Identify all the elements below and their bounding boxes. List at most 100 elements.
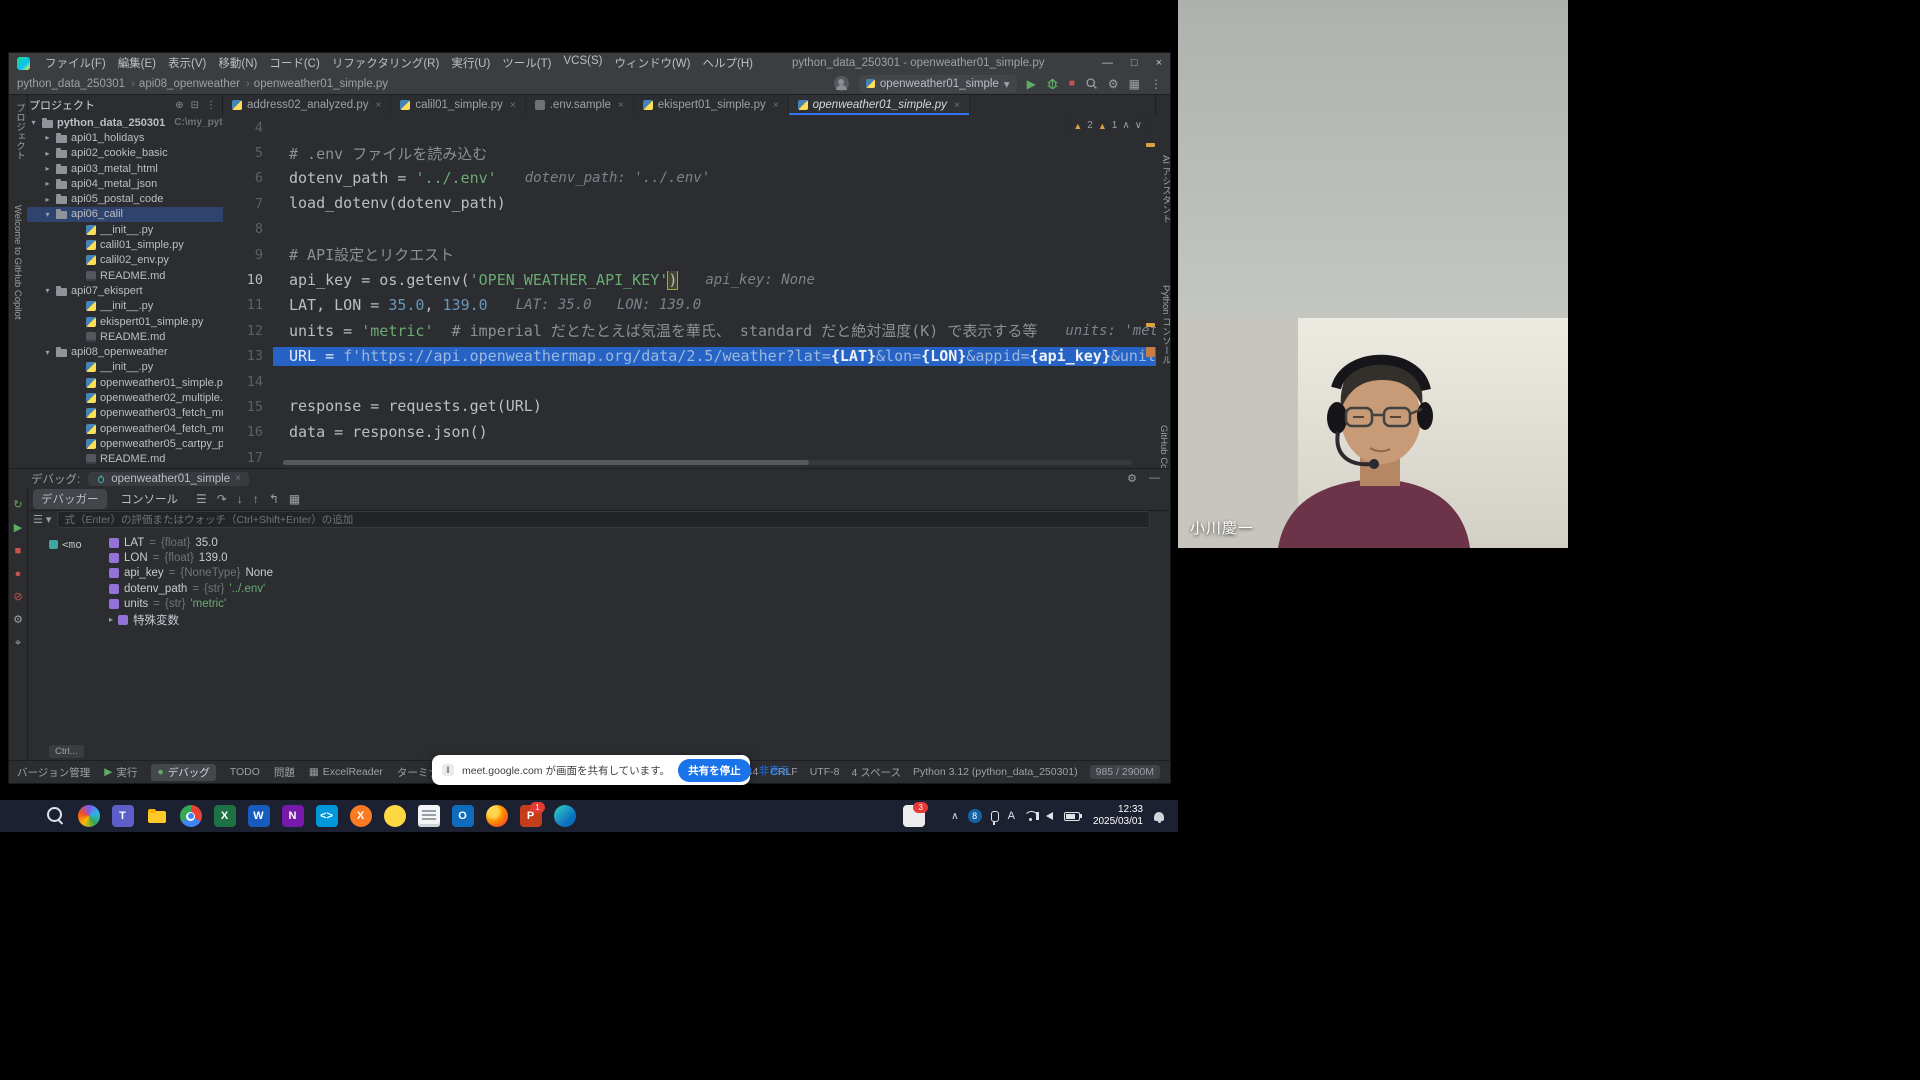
line-number[interactable]: 12 <box>223 323 273 339</box>
tree-chevron-icon[interactable]: ▸ <box>43 195 52 204</box>
panel-header-icon[interactable]: ⊕ <box>175 100 183 111</box>
tree-item[interactable]: calil01_simple.py <box>27 237 223 252</box>
debug-rail-icon[interactable]: ⚙ <box>13 615 23 626</box>
debug-session-tab[interactable]: openweather01_simple × <box>88 472 249 486</box>
variable-row[interactable]: LAT = {float} 35.0 <box>109 535 1150 550</box>
line-number[interactable]: 4 <box>223 120 273 136</box>
menu-item[interactable]: ヘルプ(H) <box>697 55 757 71</box>
settings-gear-icon[interactable]: ⚙ <box>1108 78 1119 90</box>
toolwindow-button-python-console[interactable]: Python コンソール <box>1158 285 1171 365</box>
taskbar-app-icon[interactable] <box>42 804 67 829</box>
debug-step-icon[interactable]: ↑ <box>249 492 263 506</box>
breadcrumb-item[interactable]: python_data_250301 <box>17 78 135 90</box>
close-tab-icon[interactable]: × <box>510 100 516 111</box>
tree-item[interactable]: ▾ api08_openweather <box>27 344 223 359</box>
close-tab-icon[interactable]: × <box>375 100 381 111</box>
debug-rail-icon[interactable]: ▶ <box>14 523 22 534</box>
taskbar-app-icon[interactable]: O <box>450 804 475 829</box>
line-number[interactable]: 8 <box>223 221 273 237</box>
tree-item[interactable]: __init__.py <box>27 360 223 375</box>
status-bar-item[interactable]: バージョン管理 <box>17 765 90 780</box>
variable-row[interactable]: dotenv_path = {str} '../.env' <box>109 581 1150 596</box>
toolwindow-button-ai-assistant[interactable]: AI アシスタント <box>1158 155 1171 224</box>
status-bar-indicator[interactable]: Python 3.12 (python_data_250301) <box>913 766 1078 778</box>
taskbar-app-icon[interactable] <box>178 804 203 829</box>
tree-item[interactable]: ▸ api04_metal_json <box>27 176 223 191</box>
tree-chevron-icon[interactable]: ▾ <box>43 210 52 219</box>
tree-item[interactable]: ▸ api03_metal_html <box>27 161 223 176</box>
debug-rail-icon[interactable]: ● <box>15 569 22 580</box>
notification-bell-icon[interactable] <box>1154 812 1164 821</box>
editor-tab[interactable]: openweather01_simple.py × <box>789 95 970 115</box>
status-bar-indicator[interactable]: UTF-8 <box>810 766 840 778</box>
status-bar-item[interactable]: ▶ 実行 <box>104 765 137 780</box>
tree-item[interactable]: ▸ api05_postal_code <box>27 191 223 206</box>
tab-console[interactable]: コンソール <box>113 489 187 509</box>
tree-chevron-icon[interactable]: ▸ <box>43 133 52 142</box>
tree-item[interactable]: openweather05_cartpy_plot <box>27 436 223 451</box>
tree-chevron-icon[interactable]: ▸ <box>43 149 52 158</box>
line-number[interactable]: 14 <box>223 374 273 390</box>
layout-grid-icon[interactable]: ▦ <box>1129 78 1140 90</box>
hide-link[interactable]: 非表示 <box>759 763 791 778</box>
taskbar-app-icon[interactable]: W <box>246 804 271 829</box>
status-bar-item[interactable]: ▦ ExcelReader <box>309 766 383 778</box>
line-number[interactable]: 10 <box>223 272 273 288</box>
taskbar-app-icon[interactable]: N <box>280 804 305 829</box>
toolwindow-button-project[interactable]: プロジェクト <box>12 103 26 160</box>
debug-rail-icon[interactable]: ⊘ <box>13 592 22 603</box>
taskbar-app-icon[interactable] <box>382 804 407 829</box>
debug-rail-icon[interactable]: ■ <box>15 546 22 557</box>
tab-debugger[interactable]: デバッガー <box>33 489 107 509</box>
more-options-icon[interactable]: ⋮ <box>1150 78 1162 90</box>
menu-item[interactable]: 表示(V) <box>163 55 211 71</box>
tree-item[interactable]: ▸ api02_cookie_basic <box>27 146 223 161</box>
line-number[interactable]: 6 <box>223 170 273 186</box>
variable-row[interactable]: LON = {float} 139.0 <box>109 550 1150 565</box>
debug-rail-icon[interactable]: ↻ <box>13 500 22 511</box>
tree-item[interactable]: README.md <box>27 452 223 467</box>
toolwindow-button-copilot-welcome[interactable]: Welcome to GitHub Copilot <box>12 205 23 319</box>
maximize-button[interactable]: □ <box>1131 57 1138 69</box>
close-tab-icon[interactable]: × <box>954 100 960 111</box>
tree-item[interactable]: README.md <box>27 329 223 344</box>
tree-chevron-icon[interactable]: ▸ <box>43 179 52 188</box>
close-session-icon[interactable]: × <box>235 473 241 484</box>
line-number[interactable]: 7 <box>223 196 273 212</box>
taskbar-app-icon[interactable] <box>8 804 33 829</box>
project-panel-header[interactable]: プロジェクト ⊕⊟⋮ <box>9 95 223 115</box>
stop-sharing-button[interactable]: 共有を停止 <box>678 759 751 782</box>
status-bar-indicator[interactable]: 4 スペース <box>851 765 901 780</box>
menu-item[interactable]: 移動(N) <box>213 55 262 71</box>
debug-step-icon[interactable]: ▦ <box>285 492 304 506</box>
taskbar-app-icon[interactable] <box>416 804 441 829</box>
debug-step-icon[interactable]: ↷ <box>213 492 231 506</box>
tray-app-icon[interactable]: 3 <box>901 804 926 829</box>
tree-item[interactable]: ▾ api06_calil <box>27 207 223 222</box>
status-bar-item[interactable]: 問題 <box>274 765 295 780</box>
status-bar-indicator[interactable]: 985 / 2900M <box>1090 765 1160 779</box>
debug-step-icon[interactable]: ↰ <box>265 492 283 506</box>
taskbar-app-icon[interactable]: <> <box>314 804 339 829</box>
tree-chevron-icon[interactable]: ▾ <box>43 286 52 295</box>
tree-item[interactable]: openweather01_simple.py <box>27 375 223 390</box>
watch-menu-button[interactable]: ☰ ▾ <box>33 513 51 526</box>
tree-item[interactable]: openweather04_fetch_multi <box>27 421 223 436</box>
ime-mode-indicator[interactable]: A <box>1008 810 1015 822</box>
menu-item[interactable]: ツール(T) <box>497 55 556 71</box>
breadcrumb-item[interactable]: openweather01_simple.py <box>254 78 388 90</box>
tree-item[interactable]: calil02_env.py <box>27 253 223 268</box>
taskbar-app-icon[interactable]: X <box>212 804 237 829</box>
inspections-widget[interactable]: ▲2 ▲1 ∧ ∨ <box>1069 119 1146 132</box>
menu-item[interactable]: 実行(U) <box>446 55 495 71</box>
editor-tab[interactable]: ekispert01_simple.py × <box>634 95 789 115</box>
panel-header-icon[interactable]: — <box>1149 472 1160 485</box>
tree-item[interactable]: openweather03_fetch_multi <box>27 406 223 421</box>
search-icon[interactable] <box>1085 77 1098 90</box>
tree-chevron-icon[interactable]: ▾ <box>43 348 52 357</box>
tray-badge-icon[interactable]: 8 <box>968 809 982 823</box>
tree-item[interactable]: ▾ python_data_250301 C:\my_pyth <box>27 115 223 130</box>
special-variables-row[interactable]: ▸ 特殊変数 <box>109 612 1150 627</box>
evaluate-expression-input[interactable]: 式（Enter）の評価またはウォッチ（Ctrl+Shift+Enter）の追加 <box>57 511 1150 528</box>
tree-item[interactable]: __init__.py <box>27 222 223 237</box>
